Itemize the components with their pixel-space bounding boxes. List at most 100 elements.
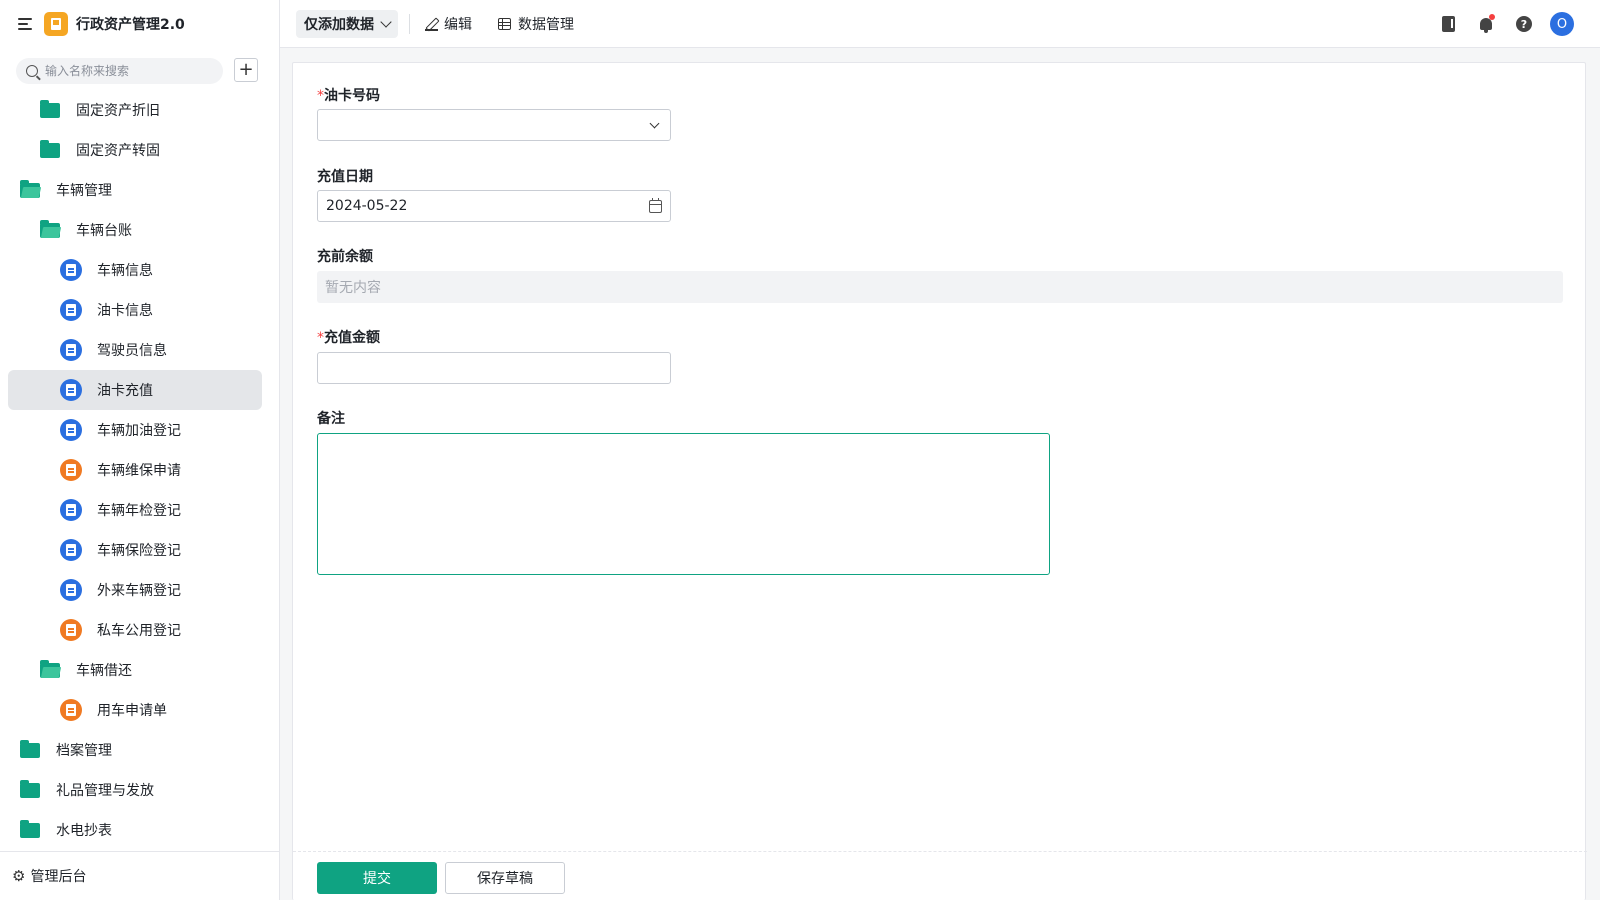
table-doc-icon bbox=[60, 339, 82, 361]
folder-open-icon bbox=[40, 659, 60, 678]
search-icon bbox=[26, 65, 38, 77]
table-doc-icon bbox=[60, 259, 82, 281]
sidebar-item[interactable]: 车辆维保申请 bbox=[8, 450, 262, 490]
help-icon: ? bbox=[1516, 16, 1532, 32]
chevron-down-icon bbox=[380, 16, 392, 28]
data-manage-button[interactable]: 数据管理 bbox=[498, 14, 574, 34]
sidebar-item[interactable]: 水电抄表 bbox=[8, 810, 262, 848]
sidebar-item[interactable]: 车辆借还 bbox=[8, 650, 262, 690]
app-title: 行政资产管理2.0 bbox=[76, 17, 185, 33]
folder-icon bbox=[20, 779, 40, 798]
search-input[interactable] bbox=[45, 64, 205, 78]
folder-icon bbox=[20, 739, 40, 758]
edit-button[interactable]: 编辑 bbox=[425, 14, 472, 34]
table-doc-icon bbox=[60, 539, 82, 561]
sidebar-item[interactable]: 车辆信息 bbox=[8, 250, 262, 290]
table-icon bbox=[498, 18, 511, 30]
sidebar-item-label: 车辆维保申请 bbox=[97, 463, 181, 479]
table-doc-icon bbox=[60, 379, 82, 401]
main-content: *油卡号码 充值日期 2024-05-22 充前余额 暂无内容 *充值金额 备注… bbox=[280, 48, 1600, 900]
form-doc-icon bbox=[60, 699, 82, 721]
sidebar-item[interactable]: 车辆加油登记 bbox=[8, 410, 262, 450]
sidebar-item-label: 车辆借还 bbox=[76, 663, 132, 679]
notification-button[interactable] bbox=[1474, 12, 1498, 36]
view-mode-label: 仅添加数据 bbox=[304, 17, 374, 33]
remark-label: 备注 bbox=[317, 411, 345, 427]
sidebar-header: 行政资产管理2.0 bbox=[0, 0, 280, 48]
sidebar-item-label: 固定资产折旧 bbox=[76, 103, 160, 119]
book-button[interactable] bbox=[1436, 12, 1460, 36]
search-box bbox=[16, 58, 223, 84]
table-doc-icon bbox=[60, 299, 82, 321]
sidebar-item-label: 私车公用登记 bbox=[97, 623, 181, 639]
sidebar-item-label: 油卡充值 bbox=[97, 383, 153, 399]
sidebar-item-label: 档案管理 bbox=[56, 743, 112, 759]
submit-button[interactable]: 提交 bbox=[317, 862, 437, 894]
app-logo-icon bbox=[44, 12, 68, 36]
sidebar-item-label: 外来车辆登记 bbox=[97, 583, 181, 599]
gear-icon: ⚙ bbox=[12, 867, 26, 885]
form-doc-icon bbox=[60, 459, 82, 481]
remark-textarea[interactable] bbox=[317, 433, 1050, 575]
balance-before-field: 暂无内容 bbox=[317, 271, 1563, 303]
sidebar-item[interactable]: 车辆管理 bbox=[8, 170, 262, 210]
sidebar-item[interactable]: 车辆年检登记 bbox=[8, 490, 262, 530]
sidebar-item[interactable]: 私车公用登记 bbox=[8, 610, 262, 650]
avatar-button[interactable]: O bbox=[1550, 12, 1574, 36]
folder-icon bbox=[20, 819, 40, 838]
notification-dot bbox=[1489, 14, 1495, 20]
sidebar-item-label: 车辆管理 bbox=[56, 183, 112, 199]
sidebar-item[interactable]: 油卡充值 bbox=[8, 370, 262, 410]
menu-collapse-icon[interactable] bbox=[18, 17, 34, 31]
admin-console-link[interactable]: ⚙ 管理后台 bbox=[0, 851, 280, 900]
card-no-label: *油卡号码 bbox=[317, 88, 380, 104]
pencil-icon bbox=[425, 18, 438, 31]
view-mode-dropdown[interactable]: 仅添加数据 bbox=[296, 10, 398, 38]
sidebar: 行政资产管理2.0 + 固定资产折旧固定资产转固车辆管理车辆台账车辆信息油卡信息… bbox=[0, 0, 280, 900]
add-button[interactable]: + bbox=[234, 58, 258, 82]
sidebar-item[interactable]: 车辆保险登记 bbox=[8, 530, 262, 570]
sidebar-item-label: 车辆台账 bbox=[76, 223, 132, 239]
chevron-down-icon bbox=[649, 118, 660, 129]
sidebar-item[interactable]: 驾驶员信息 bbox=[8, 330, 262, 370]
sidebar-item[interactable]: 固定资产折旧 bbox=[8, 90, 262, 130]
sidebar-item[interactable]: 车辆台账 bbox=[8, 210, 262, 250]
sidebar-item[interactable]: 油卡信息 bbox=[8, 290, 262, 330]
help-button[interactable]: ? bbox=[1512, 12, 1536, 36]
sidebar-item-label: 车辆加油登记 bbox=[97, 423, 181, 439]
sidebar-item-label: 水电抄表 bbox=[56, 823, 112, 839]
sidebar-item-label: 车辆信息 bbox=[97, 263, 153, 279]
sidebar-item[interactable]: 礼品管理与发放 bbox=[8, 770, 262, 810]
sidebar-item-label: 用车申请单 bbox=[97, 703, 167, 719]
form-doc-icon bbox=[60, 619, 82, 641]
sidebar-item[interactable]: 固定资产转固 bbox=[8, 130, 262, 170]
folder-icon bbox=[40, 99, 60, 118]
sidebar-item-label: 礼品管理与发放 bbox=[56, 783, 154, 799]
folder-open-icon bbox=[20, 179, 40, 198]
sidebar-item-label: 油卡信息 bbox=[97, 303, 153, 319]
required-mark: * bbox=[317, 88, 324, 104]
app-root: 行政资产管理2.0 + 固定资产折旧固定资产转固车辆管理车辆台账车辆信息油卡信息… bbox=[0, 0, 1600, 900]
sidebar-item-label: 驾驶员信息 bbox=[97, 343, 167, 359]
card-no-select[interactable] bbox=[317, 109, 671, 141]
sidebar-item[interactable]: 用车申请单 bbox=[8, 690, 262, 730]
table-doc-icon bbox=[60, 579, 82, 601]
recharge-date-picker[interactable]: 2024-05-22 bbox=[317, 190, 671, 222]
save-draft-button[interactable]: 保存草稿 bbox=[445, 862, 565, 894]
recharge-date-value: 2024-05-22 bbox=[326, 198, 408, 214]
topbar: 仅添加数据 编辑 数据管理 ? O bbox=[280, 0, 1600, 48]
required-mark: * bbox=[317, 330, 324, 346]
amount-label: *充值金额 bbox=[317, 330, 380, 346]
sidebar-item-label: 车辆年检登记 bbox=[97, 503, 181, 519]
plus-icon: + bbox=[238, 59, 254, 80]
sidebar-item-label: 车辆保险登记 bbox=[97, 543, 181, 559]
table-doc-icon bbox=[60, 499, 82, 521]
folder-icon bbox=[40, 139, 60, 158]
toolbar-divider bbox=[409, 14, 410, 34]
sidebar-item-label: 固定资产转固 bbox=[76, 143, 160, 159]
balance-before-label: 充前余额 bbox=[317, 249, 373, 265]
recharge-date-label: 充值日期 bbox=[317, 169, 373, 185]
sidebar-item[interactable]: 外来车辆登记 bbox=[8, 570, 262, 610]
amount-input[interactable] bbox=[317, 352, 671, 384]
sidebar-item[interactable]: 档案管理 bbox=[8, 730, 262, 770]
